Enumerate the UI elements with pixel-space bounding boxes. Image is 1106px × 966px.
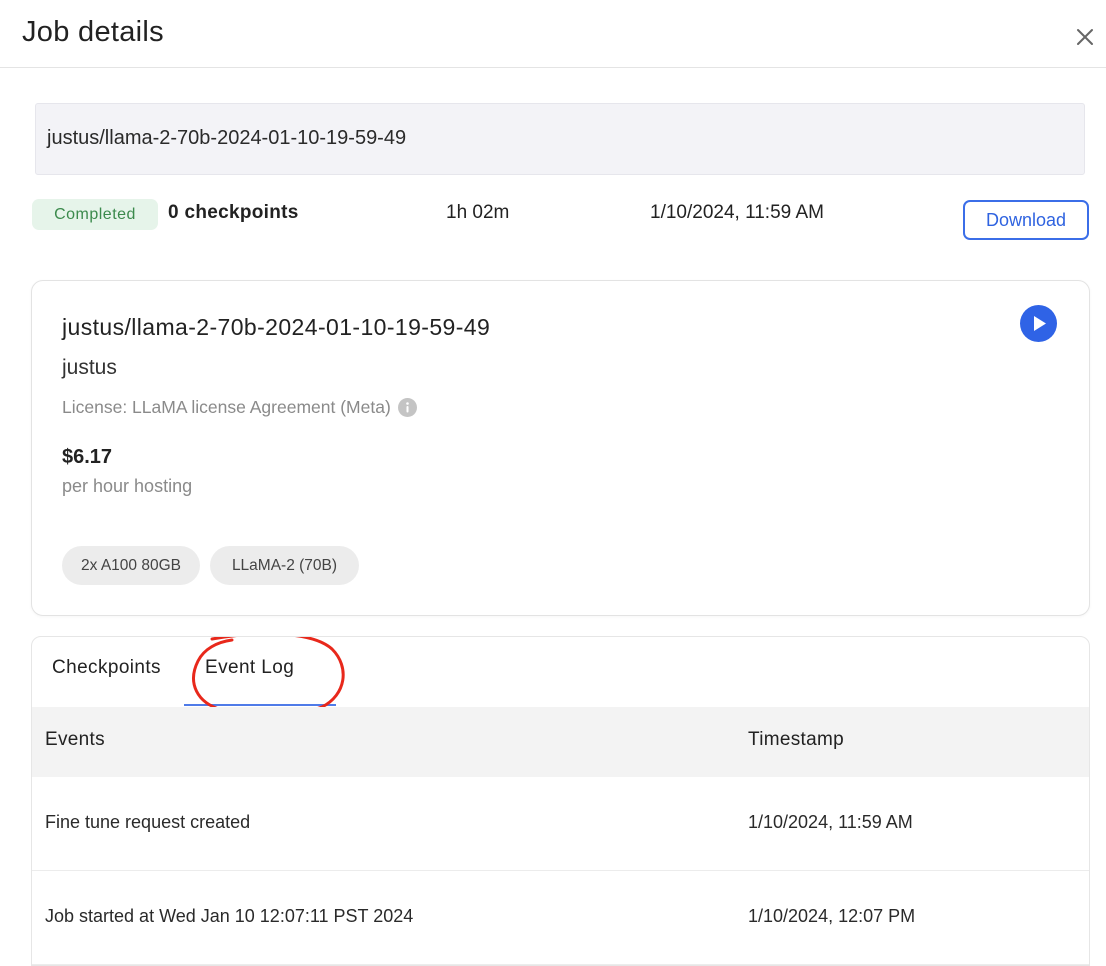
hosting-price-note: per hour hosting [62, 476, 193, 496]
event-timestamp: 1/10/2024, 12:07 PM [748, 906, 916, 926]
model-card: justus/llama-2-70b-2024-01-10-19-59-49 j… [31, 280, 1090, 616]
job-name-field[interactable]: justus/llama-2-70b-2024-01-10-19-59-49 [35, 103, 1085, 175]
tab-event-log[interactable]: Event Log [205, 657, 294, 679]
dialog-header: Job details [0, 0, 1106, 68]
base-model-tag: LLaMA-2 (70B) [210, 546, 359, 585]
info-icon[interactable] [397, 398, 417, 417]
hosting-price: $6.17 [62, 446, 113, 468]
job-duration: 1h 02m [446, 202, 510, 223]
download-button[interactable]: Download [963, 200, 1089, 240]
license-text: License: LLaMA license Agreement (Meta) [62, 397, 391, 417]
event-timestamp: 1/10/2024, 11:59 AM [748, 812, 913, 832]
model-owner: justus [62, 356, 117, 379]
tab-checkpoints[interactable]: Checkpoints [52, 657, 161, 679]
event-table-header: Events Timestamp [32, 707, 1089, 777]
license-line: License: LLaMA license Agreement (Meta) [62, 397, 417, 418]
model-title: justus/llama-2-70b-2024-01-10-19-59-49 [62, 314, 491, 340]
active-tab-indicator [184, 704, 336, 706]
column-header-timestamp: Timestamp [748, 729, 844, 750]
column-header-events: Events [45, 729, 105, 750]
status-badge: Completed [32, 199, 158, 230]
dialog-title: Job details [22, 16, 164, 48]
play-icon[interactable] [1020, 305, 1057, 342]
table-row: Job started at Wed Jan 10 12:07:11 PST 2… [32, 871, 1089, 965]
event-description: Job started at Wed Jan 10 12:07:11 PST 2… [45, 906, 414, 926]
close-icon[interactable] [1070, 22, 1100, 52]
job-created-timestamp: 1/10/2024, 11:59 AM [650, 202, 824, 223]
hardware-tag: 2x A100 80GB [62, 546, 200, 585]
event-log-panel: Checkpoints Event Log Events Timestamp F… [31, 636, 1090, 966]
table-row: Fine tune request created 1/10/2024, 11:… [32, 777, 1089, 871]
job-name-value: justus/llama-2-70b-2024-01-10-19-59-49 [47, 127, 407, 149]
checkpoints-count: 0 checkpoints [168, 202, 299, 223]
event-description: Fine tune request created [45, 812, 251, 832]
